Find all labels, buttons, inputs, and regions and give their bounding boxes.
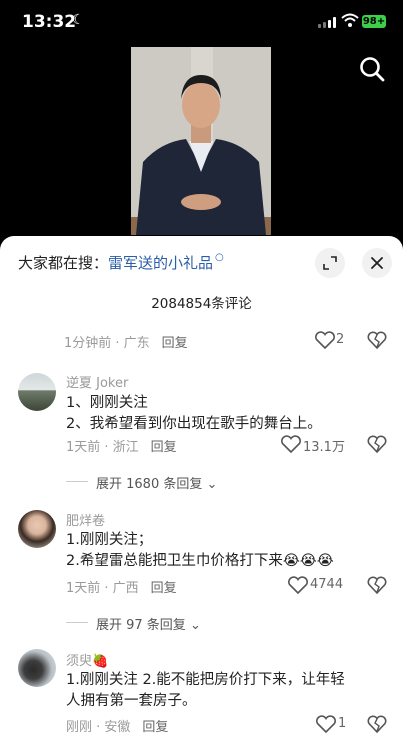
signal-icon [318, 17, 336, 28]
broken-heart-icon[interactable] [367, 331, 387, 349]
avatar[interactable] [18, 649, 56, 687]
broken-heart-icon[interactable] [367, 576, 387, 594]
battery-indicator: 98+ [362, 15, 386, 28]
comment-time-location: 1天前 · 浙江 [66, 440, 139, 455]
heart-icon[interactable] [287, 576, 309, 594]
avatar[interactable] [18, 373, 56, 411]
suggestion-link[interactable]: 雷军送的小礼品 [108, 254, 213, 272]
heart-icon[interactable] [315, 715, 337, 733]
moon-icon: ☾ [72, 12, 85, 28]
comment-line: 2、我希望看到你出现在歌手的舞台上。 [66, 416, 322, 432]
divider [66, 481, 88, 482]
comment-line: 1.刚刚关注 2.能不能把房价打下来，让年轻 [66, 672, 345, 688]
comment-line: 2.希望雷总能把卫生巾价格打下来😭😭😭 [66, 553, 334, 569]
like-count: 2 [336, 332, 345, 347]
expand-icon [323, 256, 337, 270]
expand-replies-label: 展开 97 条回复 [96, 618, 186, 633]
status-bar: 13:32 ☾ 98+ [0, 0, 403, 46]
reply-button[interactable]: 回复 [151, 440, 177, 455]
comment-meta: 刚刚 · 安徽 回复 [66, 716, 168, 735]
suggestion-prefix: 大家都在搜： [18, 254, 109, 272]
comment-text: 1.刚刚关注 2.能不能把房价打下来，让年轻 人拥有第一套房子。 [66, 670, 345, 712]
close-icon [371, 257, 383, 269]
heart-icon[interactable] [280, 435, 302, 453]
video-frame-image [131, 47, 271, 235]
reply-button[interactable]: 回复 [162, 336, 188, 351]
comment-text: 1.刚刚关注； 2.希望雷总能把卫生巾价格打下来😭😭😭 [66, 530, 334, 572]
like-count: 1 [338, 716, 347, 731]
status-time: 13:32 [22, 12, 77, 32]
like-count: 13.1万 [303, 440, 345, 455]
reply-button[interactable]: 回复 [142, 720, 168, 735]
reply-button[interactable]: 回复 [151, 581, 177, 596]
chevron-down-icon: ⌄ [202, 477, 218, 492]
divider [66, 622, 88, 623]
wifi-icon [341, 13, 359, 27]
comment-line: 1、刚刚关注 [66, 395, 148, 411]
chevron-down-icon: ⌄ [185, 618, 201, 633]
comment-time-location: 刚刚 · 安徽 [66, 720, 131, 735]
comment-username[interactable]: 逆夏 Joker [66, 372, 128, 391]
close-button[interactable] [362, 248, 392, 278]
search-suggestion[interactable]: 大家都在搜：雷军送的小礼品 ○ [18, 252, 224, 273]
expand-replies-button[interactable]: 展开 1680 条回复 ⌄ [96, 473, 217, 492]
comment-text: 1、刚刚关注 2、我希望看到你出现在歌手的舞台上。 [66, 393, 322, 435]
video-player[interactable] [131, 47, 271, 235]
avatar[interactable] [18, 510, 56, 548]
comment-count: 2084854条评论 [151, 296, 252, 312]
broken-heart-icon[interactable] [367, 715, 387, 733]
search-icon[interactable] [358, 55, 386, 83]
comment-time-location: 1分钟前 · 广东 [64, 336, 150, 351]
clipped-comment-text [70, 308, 150, 316]
comment-line: 人拥有第一套房子。 [66, 693, 197, 709]
expand-replies-label: 展开 1680 条回复 [96, 477, 203, 492]
comment-meta: 1分钟前 · 广东 回复 [64, 332, 188, 351]
heart-icon[interactable] [314, 331, 336, 349]
comments-sheet: 大家都在搜：雷军送的小礼品 ○ 2084854条评论 1分钟前 · 广东 回复 2 … [0, 236, 403, 750]
expand-replies-button[interactable]: 展开 97 条回复 ⌄ [96, 614, 201, 633]
comment-meta: 1天前 · 广西 回复 [66, 577, 177, 596]
search-small-icon: ○ [215, 252, 224, 263]
broken-heart-icon[interactable] [367, 435, 387, 453]
comment-line: 1.刚刚关注； [66, 532, 153, 548]
like-count: 4744 [310, 577, 344, 592]
comment-username[interactable]: 须臾🍓 [66, 650, 108, 669]
expand-button[interactable] [315, 248, 345, 278]
comment-time-location: 1天前 · 广西 [66, 581, 139, 596]
comment-meta: 1天前 · 浙江 回复 [66, 436, 177, 455]
comment-username[interactable]: 肥烊卷 [66, 510, 105, 529]
